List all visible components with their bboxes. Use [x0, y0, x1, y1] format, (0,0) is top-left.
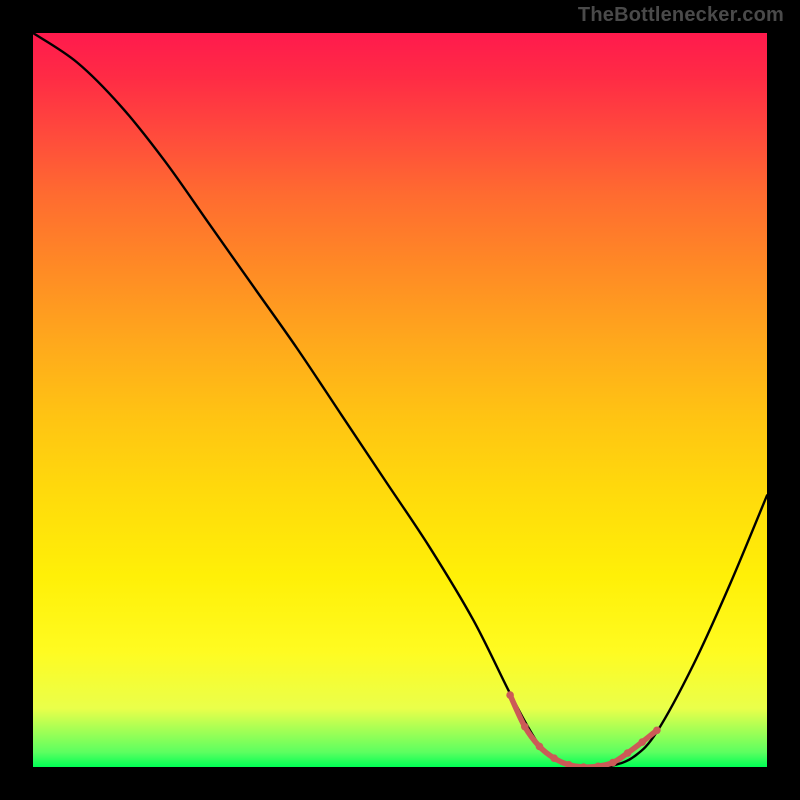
bottleneck-curve-path — [33, 33, 767, 767]
marker-dot — [624, 749, 632, 757]
marker-dot — [653, 727, 661, 735]
chart-svg — [33, 33, 767, 767]
marker-dot — [506, 691, 514, 699]
marker-dot — [609, 759, 617, 767]
marker-dot — [638, 738, 646, 746]
marker-dot — [580, 763, 588, 767]
watermark-text: TheBottleneсker.com — [578, 4, 784, 27]
plot-area — [33, 33, 767, 767]
marker-dot — [536, 743, 544, 751]
marker-dot — [521, 723, 529, 731]
marker-dot — [550, 754, 558, 762]
